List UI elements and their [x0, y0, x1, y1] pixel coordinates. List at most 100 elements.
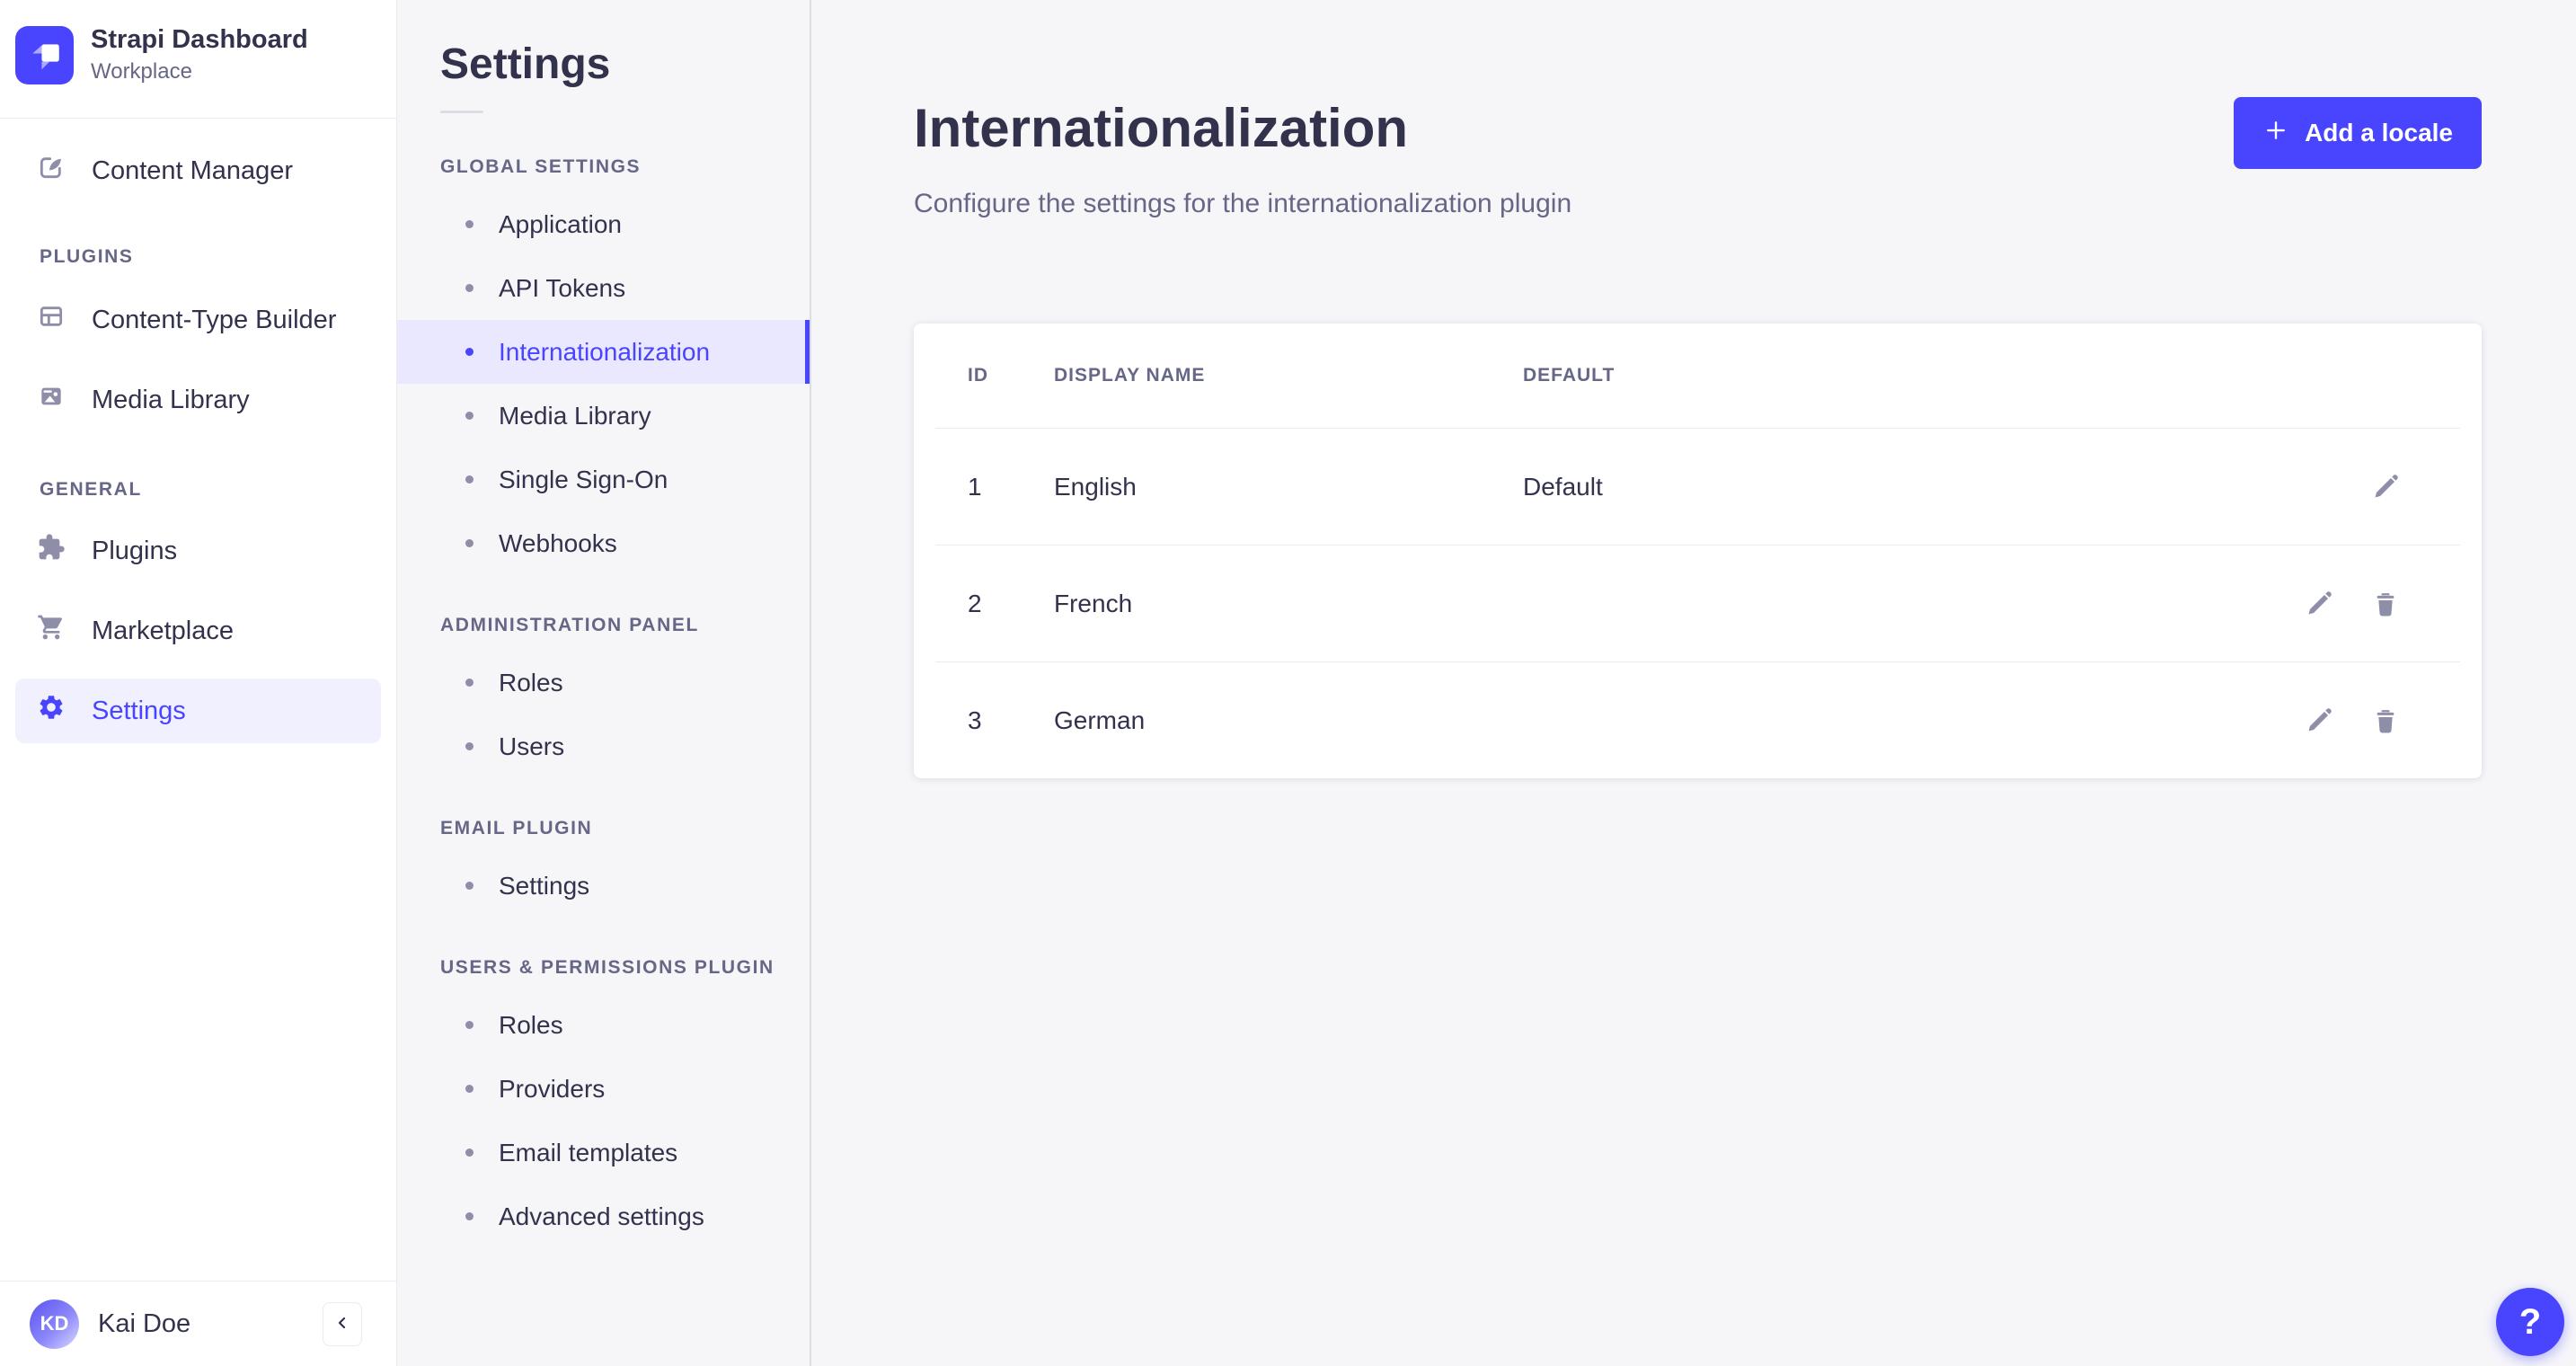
- add-locale-button[interactable]: Add a locale: [2234, 97, 2482, 169]
- sidebar-item-plugins[interactable]: Plugins: [15, 519, 381, 583]
- subnav-item-label: Email templates: [499, 1138, 678, 1166]
- subnav-item-label: Internationalization: [499, 337, 711, 366]
- trash-icon: [2370, 705, 2401, 736]
- subnav-item-up-advanced-settings[interactable]: Advanced settings: [397, 1184, 810, 1248]
- subnav-title: Settings: [440, 40, 611, 88]
- table-row: 3 German: [935, 661, 2460, 778]
- page-header: Internationalization Add a locale: [914, 97, 2482, 169]
- bullet-icon: [465, 679, 474, 687]
- locales-table: ID DISPLAY NAME DEFAULT 1 English Defaul…: [914, 324, 2482, 778]
- feather-pen-icon: [37, 153, 66, 189]
- subnav-item-admin-users[interactable]: Users: [397, 714, 810, 778]
- subnav-list: Application API Tokens Internationalizat…: [397, 192, 810, 575]
- cart-icon: [37, 613, 66, 649]
- subnav-item-label: Settings: [499, 871, 590, 900]
- bullet-icon: [465, 220, 474, 228]
- main-sidebar: Strapi Dashboard Workplace Content Manag…: [0, 0, 397, 1366]
- bullet-icon: [465, 1021, 474, 1029]
- sidebar-item-label: Settings: [92, 696, 186, 725]
- settings-subnav: Settings GLOBAL SETTINGS Application API…: [397, 0, 811, 1366]
- sidebar-item-label: Marketplace: [92, 616, 234, 645]
- sidebar-item-label: Content Manager: [92, 155, 294, 185]
- help-button[interactable]: ?: [2496, 1288, 2564, 1356]
- cell-default: Default: [1523, 472, 1603, 501]
- subnav-item-api-tokens[interactable]: API Tokens: [397, 256, 810, 320]
- page-subtitle: Configure the settings for the internati…: [914, 189, 1572, 218]
- cell-id: 1: [968, 472, 982, 501]
- edit-locale-button[interactable]: [2304, 589, 2334, 619]
- subnav-list: Roles Providers Email templates Advanced…: [397, 993, 810, 1248]
- table-row: 2 French: [935, 545, 2460, 661]
- sidebar-item-content-type-builder[interactable]: Content-Type Builder: [15, 288, 381, 352]
- sidebar-section-general: GENERAL: [40, 479, 142, 501]
- cell-display-name: French: [1054, 589, 1133, 617]
- subnav-item-media-library[interactable]: Media Library: [397, 384, 810, 448]
- bullet-icon: [465, 348, 474, 356]
- sidebar-item-content-manager[interactable]: Content Manager: [15, 138, 381, 203]
- picture-icon: [37, 382, 66, 418]
- sidebar-item-label: Content-Type Builder: [92, 305, 337, 334]
- user-name[interactable]: Kai Doe: [98, 1309, 190, 1339]
- sidebar-item-media-library[interactable]: Media Library: [15, 368, 381, 432]
- cell-id: 2: [968, 589, 982, 617]
- subnav-item-label: Advanced settings: [499, 1202, 704, 1230]
- subnav-item-up-providers[interactable]: Providers: [397, 1057, 810, 1121]
- strapi-admin-app: Strapi Dashboard Workplace Content Manag…: [0, 0, 2576, 1366]
- edit-locale-button[interactable]: [2304, 705, 2334, 736]
- sidebar-item-settings[interactable]: Settings: [15, 679, 381, 744]
- puzzle-icon: [37, 533, 66, 569]
- page-title: Internationalization: [914, 98, 1409, 158]
- row-actions: [2304, 589, 2401, 619]
- sidebar-footer: KD Kai Doe: [0, 1281, 396, 1366]
- subnav-item-webhooks[interactable]: Webhooks: [397, 511, 810, 575]
- layout-grid-icon: [37, 302, 66, 338]
- add-locale-label: Add a locale: [2305, 119, 2453, 146]
- subnav-item-admin-roles[interactable]: Roles: [397, 651, 810, 714]
- cell-display-name: German: [1054, 705, 1146, 734]
- pencil-icon: [2304, 705, 2334, 736]
- sidebar-item-marketplace[interactable]: Marketplace: [15, 599, 381, 663]
- divider: [440, 111, 483, 113]
- workspace-title: Strapi Dashboard: [91, 25, 308, 54]
- subnav-item-internationalization[interactable]: Internationalization: [397, 320, 810, 384]
- bullet-icon: [465, 1212, 474, 1220]
- subnav-section-global-settings: GLOBAL SETTINGS: [440, 156, 642, 177]
- cell-display-name: English: [1054, 472, 1137, 501]
- sidebar-item-label: Plugins: [92, 536, 178, 565]
- main-content: Internationalization Add a locale Config…: [811, 0, 2576, 1366]
- subnav-list: Roles Users: [397, 651, 810, 778]
- trash-icon: [2370, 589, 2401, 619]
- column-header-display-name: DISPLAY NAME: [1054, 365, 1206, 386]
- subnav-item-up-email-templates[interactable]: Email templates: [397, 1121, 810, 1184]
- collapse-sidebar-button[interactable]: [323, 1301, 362, 1346]
- column-header-default: DEFAULT: [1523, 365, 1616, 386]
- row-actions: [2304, 705, 2401, 736]
- subnav-item-email-settings[interactable]: Settings: [397, 854, 810, 918]
- delete-locale-button[interactable]: [2370, 705, 2401, 736]
- subnav-item-label: Roles: [499, 668, 563, 696]
- subnav-item-label: Application: [499, 209, 622, 238]
- bullet-icon: [465, 284, 474, 292]
- subnav-section-users-permissions: USERS & PERMISSIONS PLUGIN: [440, 957, 775, 978]
- bullet-icon: [465, 412, 474, 420]
- subnav-item-label: Single Sign-On: [499, 465, 668, 493]
- gear-icon: [37, 693, 66, 729]
- chevron-left-icon: [332, 1312, 353, 1336]
- subnav-section-email-plugin: EMAIL PLUGIN: [440, 818, 593, 838]
- row-actions: [2370, 472, 2401, 502]
- plus-icon: [2262, 117, 2289, 150]
- edit-locale-button[interactable]: [2370, 472, 2401, 502]
- pencil-icon: [2304, 589, 2334, 619]
- brand-text: Strapi Dashboard Workplace: [91, 25, 308, 84]
- subnav-item-application[interactable]: Application: [397, 192, 810, 256]
- subnav-item-label: Providers: [499, 1074, 606, 1103]
- sidebar-section-plugins: PLUGINS: [40, 246, 134, 268]
- delete-locale-button[interactable]: [2370, 589, 2401, 619]
- column-header-id: ID: [968, 365, 988, 386]
- bullet-icon: [465, 882, 474, 890]
- subnav-item-label: API Tokens: [499, 273, 626, 302]
- subnav-item-up-roles[interactable]: Roles: [397, 993, 810, 1057]
- question-mark-icon: ?: [2518, 1301, 2542, 1342]
- main-nav-list: Content Manager PLUGINS Content-Type Bui…: [0, 119, 396, 744]
- subnav-item-single-sign-on[interactable]: Single Sign-On: [397, 448, 810, 511]
